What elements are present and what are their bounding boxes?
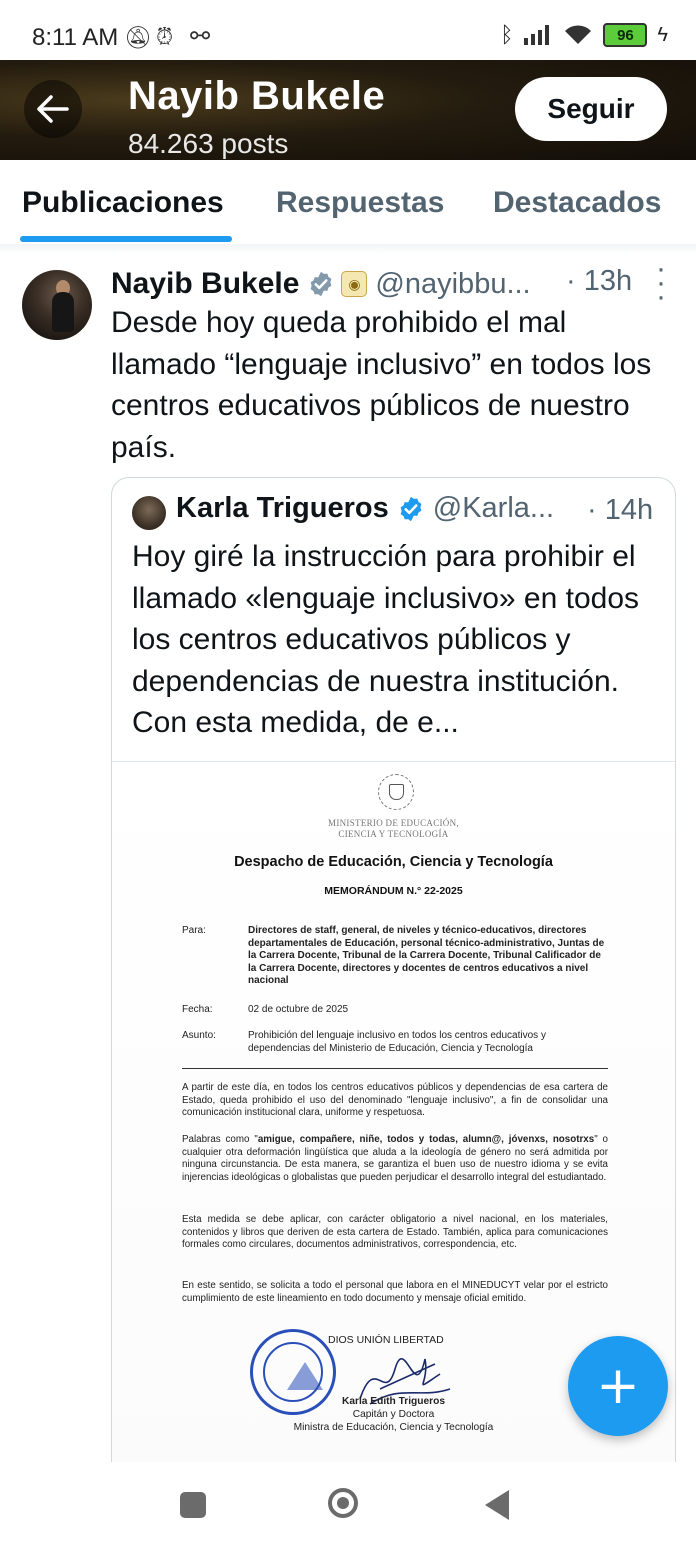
tabs-divider bbox=[0, 244, 696, 254]
memo-fecha-label: Fecha: bbox=[182, 1004, 213, 1015]
wifi-icon bbox=[565, 25, 592, 44]
alarm-icon: ⏰︎ bbox=[156, 24, 174, 49]
bluetooth-icon: ᛒ bbox=[500, 22, 514, 47]
compose-button[interactable]: + bbox=[568, 1336, 668, 1436]
post-author-name[interactable]: Nayib Bukele bbox=[111, 267, 299, 301]
memo-number: MEMORÁNDUM N.° 22-2025 bbox=[324, 885, 463, 897]
tab-publicaciones[interactable]: Publicaciones bbox=[22, 186, 224, 220]
memo-paragraph-2: Palabras como "amigue, compañere, niñe, … bbox=[182, 1134, 608, 1184]
status-time: 8:11 AM bbox=[32, 24, 119, 51]
recents-button[interactable] bbox=[180, 1492, 206, 1518]
quoted-post-header: Karla Trigueros @Karla... bbox=[176, 492, 554, 525]
affiliate-badge-icon: ◉ bbox=[341, 271, 368, 297]
status-left-icons: 🔕︎ bbox=[124, 25, 158, 51]
post-text: Desde hoy queda prohibido el mal llamado… bbox=[111, 306, 652, 464]
quoted-post[interactable]: Karla Trigueros @Karla... · 14h Hoy giré… bbox=[111, 477, 676, 1479]
author-avatar[interactable] bbox=[22, 270, 92, 340]
ministry-seal-icon bbox=[378, 774, 414, 810]
arrow-left-icon bbox=[37, 95, 69, 123]
back-button[interactable] bbox=[24, 80, 82, 138]
memo-ministry: MINISTERIO DE EDUCACIÓN, CIENCIA Y TECNO… bbox=[328, 818, 459, 839]
memo-paragraph-3: Esta medida se debe aplicar, con carácte… bbox=[182, 1214, 608, 1251]
plus-icon: + bbox=[596, 1356, 640, 1416]
memo-title: Despacho de Educación, Ciencia y Tecnolo… bbox=[234, 854, 553, 870]
quoted-time: · 14h bbox=[587, 494, 654, 526]
home-button[interactable] bbox=[328, 1488, 358, 1518]
voicemail-icon: ⚯ bbox=[190, 23, 211, 50]
tab-destacados[interactable]: Destacados bbox=[493, 186, 661, 220]
more-options-icon[interactable]: · · · bbox=[651, 254, 671, 312]
quoted-author-avatar bbox=[132, 496, 166, 530]
memo-para-value: Directores de staff, general, de niveles… bbox=[248, 925, 605, 986]
memo-fecha-value: 02 de octubre de 2025 bbox=[248, 1004, 349, 1015]
system-nav-bar bbox=[0, 1462, 696, 1547]
post-time: · 13h bbox=[566, 265, 633, 297]
memo-asunto-label: Asunto: bbox=[182, 1030, 216, 1041]
status-right: ᛒ 96 ϟ bbox=[500, 22, 668, 48]
verified-badge-icon bbox=[311, 271, 332, 297]
memo-para-label: Para: bbox=[182, 925, 206, 936]
charging-icon: ϟ bbox=[657, 23, 668, 46]
battery-indicator: 96 bbox=[603, 23, 648, 47]
system-back-button[interactable] bbox=[485, 1490, 509, 1520]
profile-header: Nayib Bukele 84.263 posts Seguir bbox=[0, 60, 696, 160]
memo-paragraph-1: A partir de este día, en todos los centr… bbox=[182, 1082, 608, 1119]
quoted-author-name: Karla Trigueros bbox=[176, 492, 389, 524]
memo-divider bbox=[182, 1068, 608, 1069]
status-bar: 8:11 AM 🔕︎ ⏰︎ ⚯ ᛒ 96 ϟ bbox=[0, 0, 696, 60]
profile-tabs: Publicaciones Respuestas Destacados bbox=[0, 160, 696, 245]
bell-off-icon: 🔕︎ bbox=[124, 25, 158, 50]
active-tab-indicator bbox=[20, 236, 232, 242]
post-handle: @nayibbu... bbox=[375, 267, 531, 300]
memo-asunto-value: Prohibición del lenguaje inclusivo en to… bbox=[248, 1030, 546, 1054]
quoted-text: Hoy giré la instrucción para prohibir el… bbox=[132, 540, 640, 739]
quoted-handle: @Karla... bbox=[432, 492, 555, 524]
memo-paragraph-4: En este sentido, se solicita a todo el p… bbox=[182, 1280, 608, 1304]
signal-icon bbox=[524, 25, 550, 45]
tab-respuestas[interactable]: Respuestas bbox=[276, 186, 444, 220]
profile-name: Nayib Bukele bbox=[128, 74, 386, 118]
verified-badge-icon bbox=[400, 496, 422, 521]
posts-count: 84.263 posts bbox=[128, 128, 289, 159]
follow-button[interactable]: Seguir bbox=[515, 77, 667, 141]
